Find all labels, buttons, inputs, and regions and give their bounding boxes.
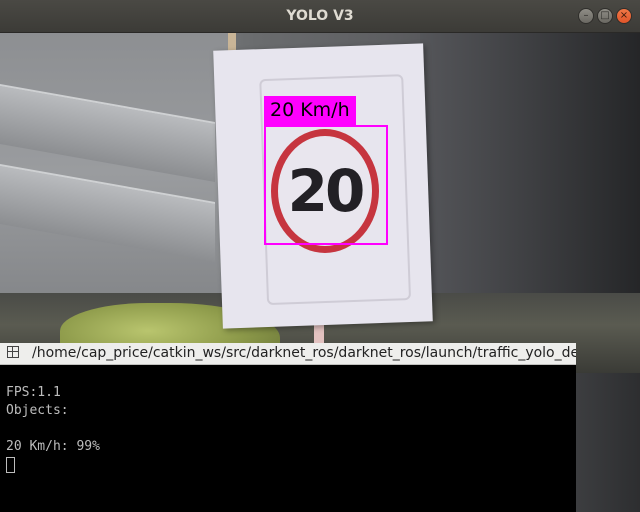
- detection-bounding-box: [264, 125, 388, 245]
- window-titlebar[interactable]: YOLO V3 – □ ×: [0, 0, 640, 33]
- minimize-button[interactable]: –: [578, 8, 594, 24]
- terminal-line: Objects:: [6, 403, 69, 418]
- detection-label: 20 Km/h: [264, 96, 356, 125]
- terminal-line: 20 Km/h: 99%: [6, 439, 100, 454]
- background-shadow: [420, 33, 640, 303]
- maximize-button[interactable]: □: [597, 8, 613, 24]
- terminal-line: FPS:1.1: [6, 385, 61, 400]
- terminal-title: /home/cap_price/catkin_ws/src/darknet_ro…: [32, 345, 576, 361]
- cursor-line: [6, 456, 576, 474]
- terminal-cursor: [6, 456, 15, 473]
- terminal-icon: [7, 346, 19, 358]
- terminal-window[interactable]: /home/cap_price/catkin_ws/src/darknet_ro…: [0, 343, 576, 512]
- terminal-output[interactable]: FPS:1.1 Objects: 20 Km/h: 99%: [6, 366, 576, 474]
- window-title: YOLO V3: [286, 8, 354, 24]
- close-button[interactable]: ×: [616, 8, 632, 24]
- terminal-titlebar[interactable]: /home/cap_price/catkin_ws/src/darknet_ro…: [0, 343, 576, 365]
